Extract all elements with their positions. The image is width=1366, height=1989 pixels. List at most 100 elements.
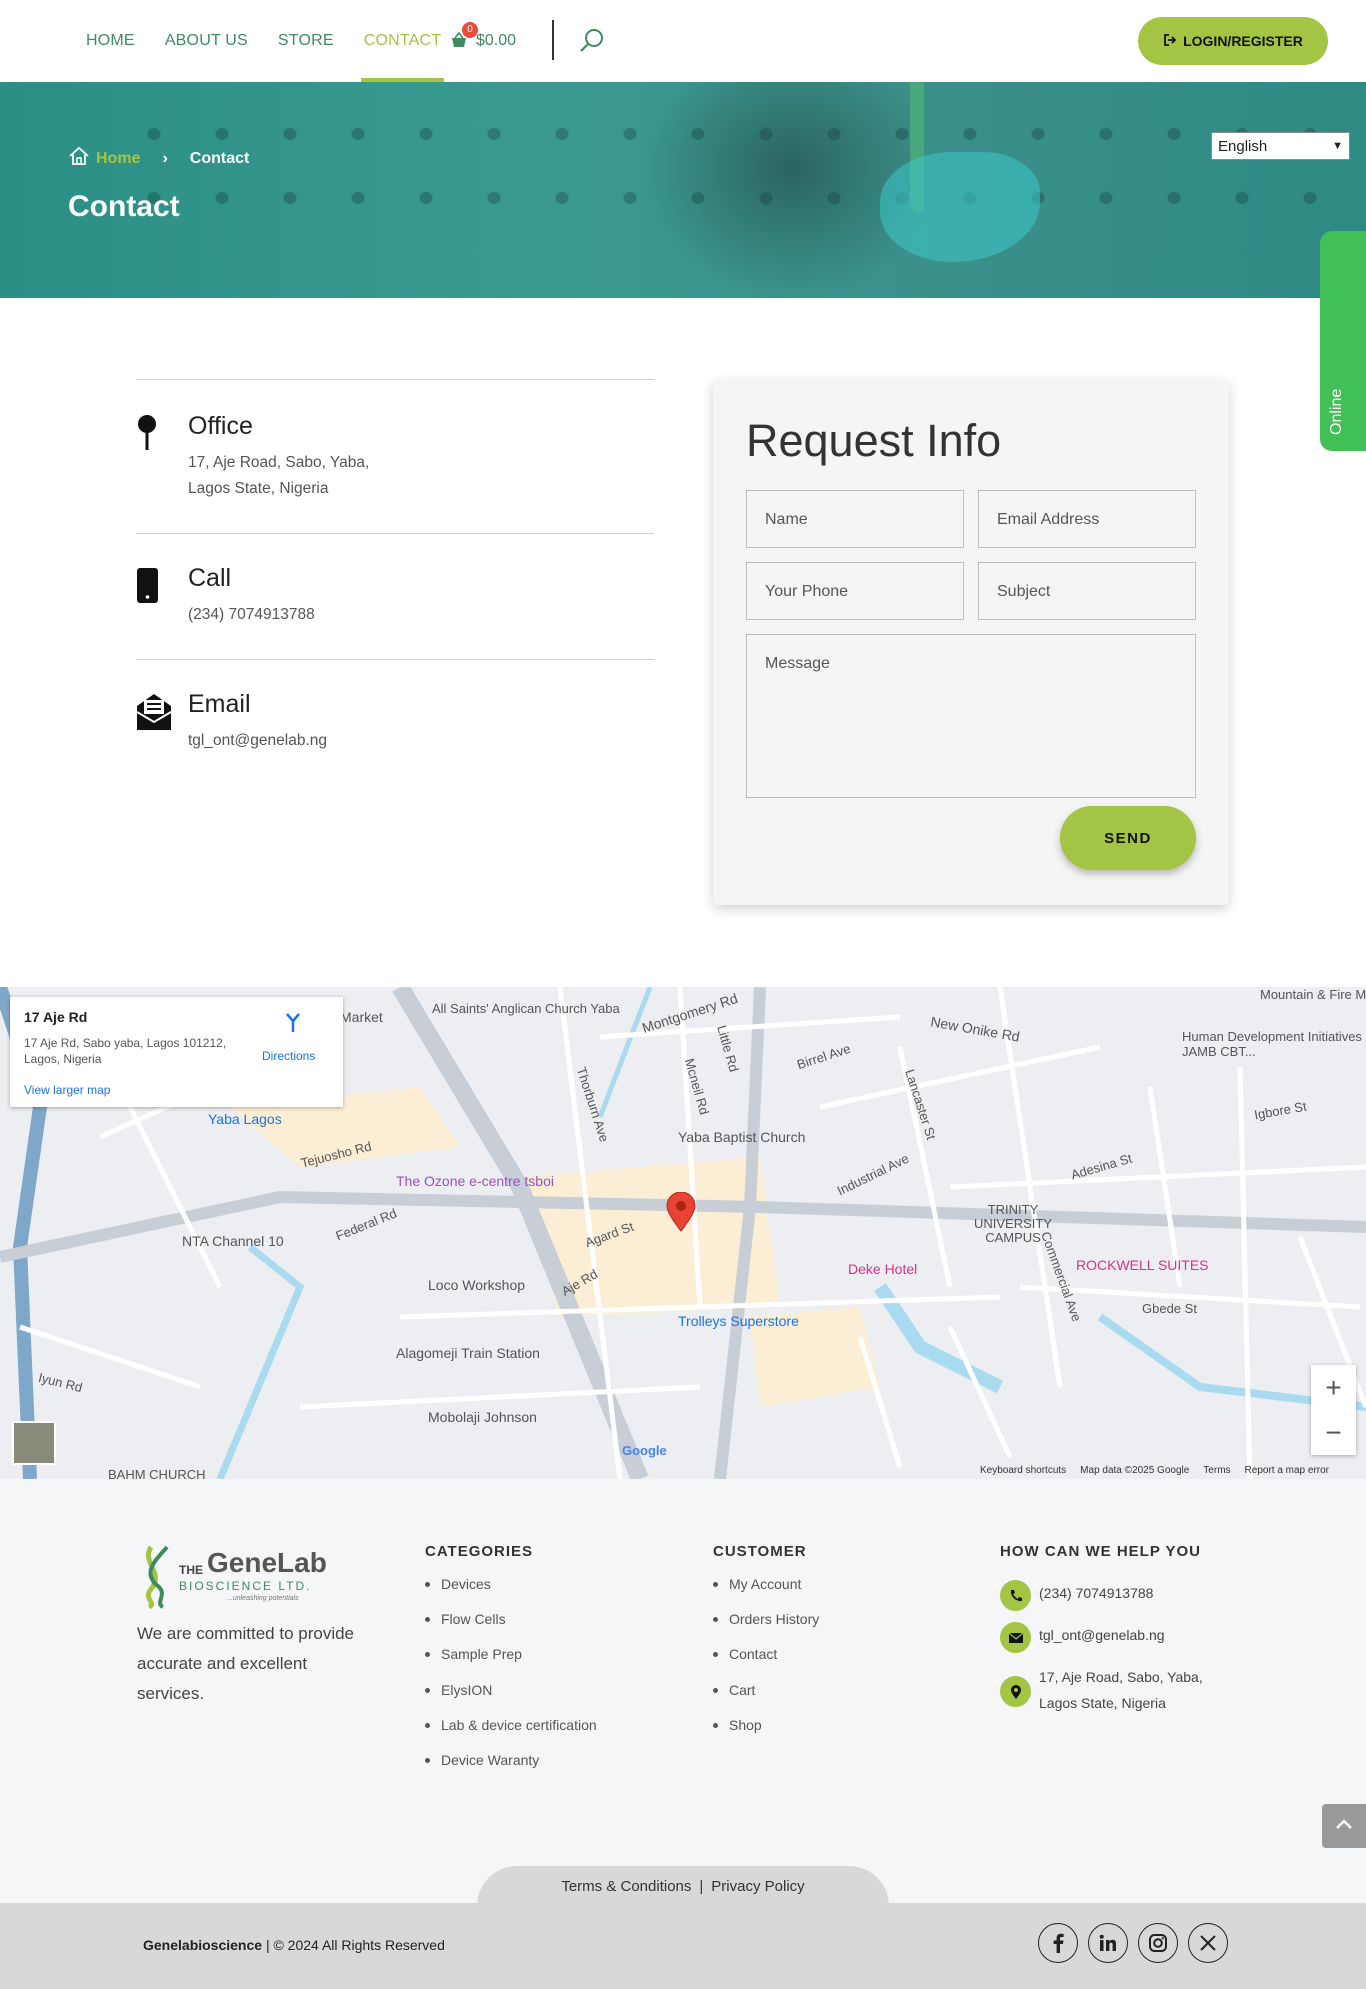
map-place: Mobolaji Johnson [428, 1409, 537, 1425]
location-map[interactable]: Market All Saints' Anglican Church Yaba … [0, 987, 1366, 1479]
map-card-address: 17 Aje Rd, Sabo yaba, Lagos 101212, Lago… [24, 1036, 227, 1066]
map-place-card: 17 Aje Rd 17 Aje Rd, Sabo yaba, Lagos 10… [10, 997, 343, 1107]
nav-store[interactable]: STORE [278, 0, 334, 82]
logo-the: THE [179, 1563, 203, 1577]
send-button[interactable]: SEND [1060, 806, 1196, 870]
map-place: Yaba Lagos [208, 1111, 282, 1127]
login-register-button[interactable]: LOGIN/REGISTER [1138, 17, 1328, 65]
site-footer: THE GeneLab BIOSCIENCE LTD. ...unleashin… [0, 1479, 1366, 1903]
scroll-to-top-button[interactable] [1322, 1804, 1366, 1848]
help-address-line2: Lagos State, Nigeria [1039, 1695, 1166, 1711]
customer-link[interactable]: Cart [713, 1682, 819, 1717]
copyright-text: | © 2024 All Rights Reserved [262, 1937, 445, 1953]
help-email[interactable]: tgl_ont@genelab.ng [1000, 1622, 1165, 1653]
contact-info: Office 17, Aje Road, Sabo, Yaba, Lagos S… [136, 379, 654, 779]
genelab-logo[interactable]: THE GeneLab BIOSCIENCE LTD. ...unleashin… [137, 1543, 337, 1610]
map-attribution: Keyboard shortcuts Map data ©2025 Google… [980, 1465, 1329, 1476]
cart-total: $0.00 [476, 32, 517, 49]
chevron-right-icon: › [162, 149, 168, 167]
privacy-link[interactable]: Privacy Policy [711, 1878, 804, 1895]
category-link[interactable]: Flow Cells [425, 1611, 597, 1646]
basket-icon: 0 [450, 22, 478, 50]
directions-link[interactable]: Directions [262, 1049, 315, 1063]
customer-link[interactable]: Contact [713, 1646, 819, 1681]
category-link[interactable]: Lab & device certification [425, 1717, 597, 1752]
cart-count-badge: 0 [462, 22, 478, 38]
map-place: Human Development Initiatives JAMB CBT..… [1182, 1029, 1362, 1059]
help-address-line1: 17, Aje Road, Sabo, Yaba, [1039, 1669, 1203, 1685]
breadcrumb-home-label: Home [96, 149, 141, 167]
search-icon[interactable] [578, 27, 606, 55]
category-link[interactable]: Sample Prep [425, 1646, 597, 1681]
help-email-text: tgl_ont@genelab.ng [1039, 1627, 1165, 1643]
logo-subtitle: BIOSCIENCE LTD. [179, 1579, 312, 1593]
customer-link[interactable]: My Account [713, 1576, 819, 1611]
satellite-toggle[interactable] [12, 1421, 56, 1465]
help-address: 17, Aje Road, Sabo, Yaba, Lagos State, N… [1000, 1664, 1203, 1716]
instagram-icon[interactable] [1138, 1923, 1178, 1963]
linkedin-icon[interactable] [1088, 1923, 1128, 1963]
online-chat-tab[interactable]: Online [1320, 231, 1366, 451]
login-label: LOGIN/REGISTER [1183, 33, 1303, 49]
map-place: Trolleys Superstore [678, 1313, 799, 1329]
zoom-out-button[interactable]: − [1311, 1410, 1356, 1455]
facebook-icon[interactable] [1038, 1923, 1078, 1963]
language-selected: English [1218, 137, 1268, 155]
subject-field[interactable]: Subject [978, 562, 1196, 620]
legal-separator: | [699, 1877, 704, 1895]
language-select[interactable]: English ▼ [1211, 132, 1350, 160]
nav-contact[interactable]: CONTACT [360, 0, 444, 82]
nav-divider [552, 20, 554, 60]
phone-field[interactable]: Your Phone [746, 562, 964, 620]
name-field[interactable]: Name [746, 490, 964, 548]
copyright: Genelabioscience | © 2024 All Rights Res… [143, 1937, 445, 1953]
map-place: Market [340, 1009, 383, 1025]
map-terms-link[interactable]: Terms [1203, 1465, 1230, 1476]
keyboard-shortcuts-link[interactable]: Keyboard shortcuts [980, 1465, 1066, 1476]
message-field[interactable]: Message [746, 634, 1196, 798]
report-map-error-link[interactable]: Report a map error [1245, 1465, 1329, 1476]
categories-heading: CATEGORIES [425, 1543, 534, 1560]
site-header: HOME ABOUT US STORE CONTACT 0 $0.00 LOGI… [0, 0, 1366, 82]
email-address[interactable]: tgl_ont@genelab.ng [188, 728, 327, 754]
call-phone[interactable]: (234) 7074913788 [188, 602, 315, 628]
phone-icon [1000, 1580, 1031, 1611]
breadcrumb-home-link[interactable]: Home [68, 146, 140, 171]
category-link[interactable]: Devices [425, 1576, 597, 1611]
cart-link[interactable]: 0 $0.00 [450, 22, 517, 58]
nav-about-us[interactable]: ABOUT US [165, 0, 248, 82]
map-pin-icon [136, 414, 162, 454]
phone-icon [136, 566, 162, 606]
breadcrumb-current: Contact [189, 149, 250, 167]
help-phone[interactable]: (234) 7074913788 [1000, 1580, 1153, 1611]
nav-home[interactable]: HOME [86, 0, 135, 82]
customer-link[interactable]: Shop [713, 1717, 819, 1752]
chevron-down-icon: ▼ [1332, 140, 1343, 152]
logo-tagline: ...unleashing potentials [227, 1595, 299, 1602]
map-place: Yaba Baptist Church [678, 1129, 806, 1145]
view-larger-map-link[interactable]: View larger map [24, 1083, 110, 1097]
customer-link[interactable]: Orders History [713, 1611, 819, 1646]
map-place: The Ozone e-centre tsboi [396, 1173, 554, 1189]
footer-tagline: We are committed to provide accurate and… [137, 1624, 354, 1703]
map-place: Loco Workshop [428, 1277, 526, 1293]
map-zoom-controls: + − [1311, 1365, 1356, 1455]
office-address-line2: Lagos State, Nigeria [188, 480, 329, 497]
category-link[interactable]: ElysION [425, 1682, 597, 1717]
directions-icon[interactable] [282, 1011, 304, 1033]
call-title: Call [188, 564, 232, 592]
help-phone-text: (234) 7074913788 [1039, 1585, 1154, 1601]
location-pin-icon[interactable] [666, 1192, 696, 1232]
terms-link[interactable]: Terms & Conditions [561, 1878, 691, 1895]
map-place: Deke Hotel [848, 1261, 918, 1277]
email-block: Email tgl_ont@genelab.ng [136, 659, 654, 779]
x-icon[interactable] [1188, 1923, 1228, 1963]
categories-column: CATEGORIES Devices Flow Cells Sample Pre… [425, 1543, 597, 1787]
envelope-icon [1000, 1622, 1031, 1653]
call-block: Call (234) 7074913788 [136, 533, 654, 659]
category-link[interactable]: Device Waranty [425, 1752, 597, 1787]
email-field[interactable]: Email Address [978, 490, 1196, 548]
request-info-form: Request Info Name Email Address Your Pho… [713, 379, 1229, 905]
zoom-in-button[interactable]: + [1311, 1365, 1356, 1410]
map-place: NTA Channel 10 [182, 1233, 284, 1249]
